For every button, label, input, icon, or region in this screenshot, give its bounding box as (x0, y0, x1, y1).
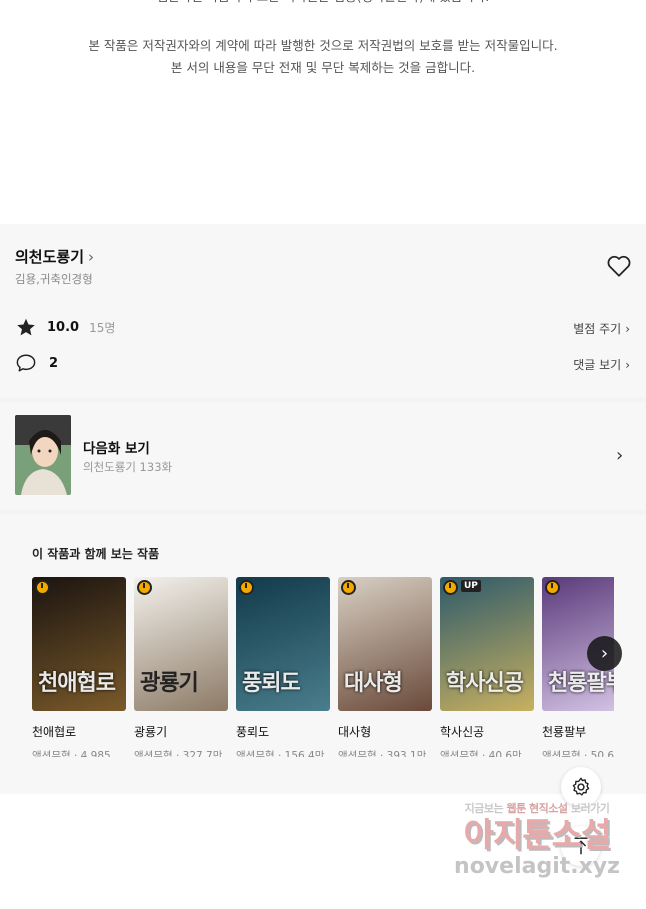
watermark-url: novelagit.xyz (454, 854, 620, 879)
recommend-cover-title: 광룡기 (140, 670, 199, 696)
recommendations-section: 이 작품과 함께 보는 작품 천애협로 천애협로 액션무협 · 4,985...… (0, 515, 646, 794)
watermark-tagline: 지금보는 웹툰 현직소설 보러가기 (442, 800, 632, 816)
comment-count: 2 (49, 355, 59, 371)
next-episode-thumbnail (15, 415, 71, 495)
comment-icon (16, 354, 36, 372)
notice-cut-line: 웹툰화된 작품이며 모든 저작권은 김용(명하출판사)에 있습니다. (0, 0, 646, 8)
chevron-right-icon: › (616, 445, 624, 466)
recommend-item[interactable]: 천애협로 천애협로 액션무협 · 4,985... (32, 577, 126, 757)
wait-free-clock-icon (545, 580, 560, 595)
carousel-next-button[interactable]: › (587, 636, 622, 671)
rating-count: 15명 (89, 321, 116, 335)
watermark-tag-a: 지금보는 (464, 802, 504, 815)
chevron-right-icon: › (625, 357, 630, 372)
recommend-item[interactable]: 풍뢰도 풍뢰도 액션무협 · 156.4만 (236, 577, 330, 757)
recommend-cover-title: 학사신공 (446, 670, 524, 696)
recommend-meta: 액션무협 · 393.1만 (338, 750, 427, 757)
notice-line-1: 본 작품은 저작권자와의 계약에 따라 발행한 것으로 저작권법의 보호를 받는… (88, 38, 558, 53)
work-authors: 김용,귀축인경형 (15, 272, 93, 286)
recommend-cover: UP 학사신공 (440, 577, 534, 711)
view-comments-label: 댓글 보기 (573, 358, 622, 372)
recommendations-heading: 이 작품과 함께 보는 작품 (32, 547, 160, 561)
work-title: 의천도룡기 (15, 248, 85, 266)
wait-free-clock-icon (35, 580, 50, 595)
wait-free-clock-icon (239, 580, 254, 595)
recommend-meta: 액션무협 · 50.6만 (542, 750, 614, 757)
next-episode-subtitle: 의천도룡기 133화 (83, 460, 173, 474)
recommend-title: 대사형 (338, 725, 372, 739)
recommend-cover: 천애협로 (32, 577, 126, 711)
work-info-card: 의천도룡기 › 김용,귀축인경형 10.0 15명 별점 주기 › 2 댓글 보… (0, 224, 646, 397)
site-watermark: 지금보는 웹툰 현직소설 보러가기 아지툰소설 novelagit.xyz (442, 800, 632, 880)
rate-button[interactable]: 별점 주기 › (573, 320, 630, 337)
notice-line-2: 본 서의 내용을 무단 전재 및 무단 복제하는 것을 금합니다. (170, 60, 476, 75)
recommend-title: 풍뢰도 (236, 725, 270, 739)
rating-value: 10.0 (47, 320, 80, 335)
wait-free-clock-icon (137, 580, 152, 595)
recommend-meta: 액션무협 · 156.4만 (236, 750, 325, 757)
recommend-meta: 액션무협 · 40.6만 (440, 750, 522, 757)
recommendations-carousel[interactable]: 천애협로 천애협로 액션무협 · 4,985... 광룡기 광룡기 액션무협 ·… (32, 577, 614, 757)
chevron-right-icon: › (88, 247, 95, 266)
recommend-item[interactable]: UP 학사신공 학사신공 액션무협 · 40.6만 (440, 577, 534, 757)
recommend-cover-title: 대사형 (344, 670, 403, 696)
recommend-item[interactable]: 대사형 대사형 액션무협 · 393.1만 (338, 577, 432, 757)
watermark-tag-b: 웹툰 (506, 802, 526, 815)
next-episode-label: 다음화 보기 (83, 441, 150, 457)
rating-row: 10.0 15명 (15, 317, 115, 338)
recommend-cover-title: 풍뢰도 (242, 670, 301, 696)
watermark-logo: 아지툰소설 (463, 815, 612, 854)
recommend-cover: 풍뢰도 (236, 577, 330, 711)
wait-free-clock-icon (341, 580, 356, 595)
watermark-tag-c: 현직소설 (529, 802, 568, 815)
wait-free-clock-icon (443, 580, 458, 595)
recommend-meta: 액션무협 · 327.7만 (134, 750, 223, 757)
recommend-item[interactable]: 광룡기 광룡기 액션무협 · 327.7만 (134, 577, 228, 757)
rate-button-label: 별점 주기 (573, 322, 622, 336)
recommend-title: 광룡기 (134, 725, 168, 739)
next-episode-card[interactable]: 다음화 보기 의천도룡기 133화 › (0, 402, 646, 510)
watermark-tag-d: 보러가기 (570, 802, 610, 815)
recommend-cover-title: 천애협로 (38, 670, 116, 696)
recommend-cover: 광룡기 (134, 577, 228, 711)
comment-row: 2 (15, 353, 58, 373)
chevron-right-icon: › (600, 643, 609, 664)
recommend-title: 천룡팔부 (542, 725, 587, 739)
heart-icon[interactable] (606, 254, 632, 278)
star-icon (17, 318, 35, 336)
up-badge: UP (461, 580, 481, 592)
recommend-title: 천애협로 (32, 725, 77, 739)
recommend-meta: 액션무협 · 4,985... (32, 750, 121, 757)
gear-icon (572, 777, 590, 796)
work-title-link[interactable]: 의천도룡기 › (15, 246, 94, 267)
view-comments-button[interactable]: 댓글 보기 › (573, 356, 630, 373)
recommend-title: 학사신공 (440, 725, 485, 739)
recommend-cover: 대사형 (338, 577, 432, 711)
chevron-right-icon: › (625, 321, 630, 336)
